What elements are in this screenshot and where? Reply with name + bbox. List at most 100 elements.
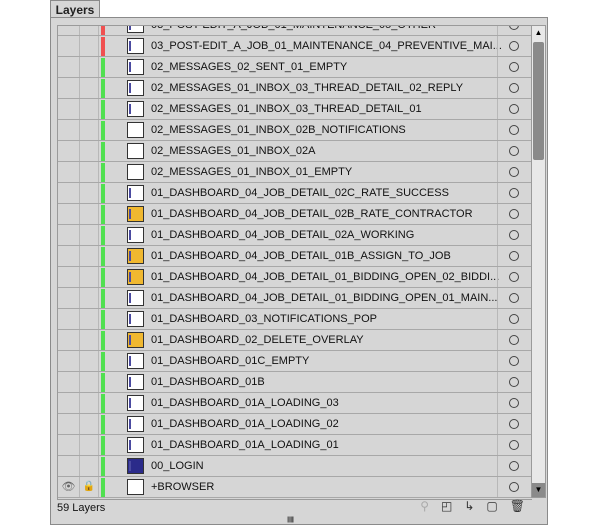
target-toggle[interactable] bbox=[497, 414, 532, 434]
lock-toggle[interactable] bbox=[80, 246, 99, 266]
layer-name[interactable]: 02_MESSAGES_02_SENT_01_EMPTY bbox=[151, 57, 347, 77]
scroll-down-icon[interactable]: ▼ bbox=[532, 483, 545, 497]
layer-row[interactable]: 01_DASHBOARD_04_JOB_DETAIL_01_BIDDING_OP… bbox=[58, 288, 532, 309]
layer-row[interactable]: 01_DASHBOARD_01A_LOADING_03 bbox=[58, 393, 532, 414]
layer-name[interactable]: 02_MESSAGES_01_INBOX_01_EMPTY bbox=[151, 162, 352, 182]
visibility-toggle[interactable] bbox=[58, 78, 80, 98]
target-toggle[interactable] bbox=[497, 225, 532, 245]
layer-row[interactable]: 01_DASHBOARD_04_JOB_DETAIL_01B_ASSIGN_TO… bbox=[58, 246, 532, 267]
lock-toggle[interactable] bbox=[80, 456, 99, 476]
lock-toggle[interactable] bbox=[80, 372, 99, 392]
target-toggle[interactable] bbox=[497, 246, 532, 266]
target-toggle[interactable] bbox=[497, 78, 532, 98]
layer-name[interactable]: 01_DASHBOARD_01B bbox=[151, 372, 265, 392]
layer-row[interactable]: 01_DASHBOARD_04_JOB_DETAIL_01_BIDDING_OP… bbox=[58, 267, 532, 288]
target-toggle[interactable] bbox=[497, 330, 532, 350]
target-toggle[interactable] bbox=[497, 288, 532, 308]
resize-grip[interactable]: ||||||||||| bbox=[287, 517, 294, 523]
layer-name[interactable]: 01_DASHBOARD_04_JOB_DETAIL_01B_ASSIGN_TO… bbox=[151, 246, 451, 266]
layer-row[interactable]: 01_DASHBOARD_02_DELETE_OVERLAY bbox=[58, 330, 532, 351]
visibility-toggle[interactable] bbox=[58, 267, 80, 287]
visibility-toggle[interactable] bbox=[58, 414, 80, 434]
trash-icon[interactable]: 🗑 bbox=[510, 499, 525, 513]
scrollbar[interactable]: ▲ ▼ bbox=[531, 25, 546, 498]
visibility-toggle[interactable] bbox=[58, 351, 80, 371]
visibility-toggle[interactable] bbox=[58, 330, 80, 350]
visibility-toggle[interactable] bbox=[58, 183, 80, 203]
lock-toggle[interactable] bbox=[80, 120, 99, 140]
layer-row[interactable]: 👁 🔒 +BROWSER bbox=[58, 477, 532, 498]
visibility-toggle[interactable] bbox=[58, 36, 80, 56]
target-toggle[interactable] bbox=[497, 183, 532, 203]
visibility-toggle[interactable] bbox=[58, 393, 80, 413]
target-toggle[interactable] bbox=[497, 36, 532, 56]
layer-row[interactable]: 00_LOGIN bbox=[58, 456, 532, 477]
target-toggle[interactable] bbox=[497, 267, 532, 287]
make-clipping-mask-icon[interactable]: ◰ bbox=[441, 499, 452, 513]
layer-name[interactable]: 02_MESSAGES_01_INBOX_02B_NOTIFICATIONS bbox=[151, 120, 406, 140]
lock-toggle[interactable] bbox=[80, 309, 99, 329]
lock-toggle[interactable] bbox=[80, 288, 99, 308]
visibility-toggle[interactable] bbox=[58, 26, 80, 35]
lock-toggle[interactable] bbox=[80, 225, 99, 245]
visibility-toggle[interactable] bbox=[58, 204, 80, 224]
target-toggle[interactable] bbox=[497, 204, 532, 224]
lock-toggle[interactable] bbox=[80, 36, 99, 56]
target-toggle[interactable] bbox=[497, 351, 532, 371]
visibility-toggle[interactable] bbox=[58, 162, 80, 182]
layer-row[interactable]: 02_MESSAGES_01_INBOX_03_THREAD_DETAIL_02… bbox=[58, 78, 532, 99]
visibility-toggle[interactable] bbox=[58, 288, 80, 308]
layer-name[interactable]: 00_LOGIN bbox=[151, 456, 204, 476]
lock-toggle[interactable] bbox=[80, 26, 99, 35]
scroll-thumb[interactable] bbox=[533, 42, 544, 160]
target-toggle[interactable] bbox=[497, 435, 532, 455]
layer-name[interactable]: 01_DASHBOARD_03_NOTIFICATIONS_POP bbox=[151, 309, 377, 329]
visibility-toggle[interactable] bbox=[58, 456, 80, 476]
layer-name[interactable]: 03_POST-EDIT_A_JOB_01_MAINTENANCE_05_OTH… bbox=[151, 26, 436, 35]
layer-row[interactable]: 01_DASHBOARD_04_JOB_DETAIL_02B_RATE_CONT… bbox=[58, 204, 532, 225]
lock-toggle[interactable] bbox=[80, 435, 99, 455]
lock-toggle[interactable] bbox=[80, 393, 99, 413]
visibility-toggle[interactable]: 👁 bbox=[58, 477, 80, 497]
layer-name[interactable]: 01_DASHBOARD_04_JOB_DETAIL_01_BIDDING_OP… bbox=[151, 288, 497, 308]
target-toggle[interactable] bbox=[497, 372, 532, 392]
layer-row[interactable]: 03_POST-EDIT_A_JOB_01_MAINTENANCE_05_OTH… bbox=[58, 26, 532, 36]
target-toggle[interactable] bbox=[497, 99, 532, 119]
layer-row[interactable]: 02_MESSAGES_01_INBOX_03_THREAD_DETAIL_01 bbox=[58, 99, 532, 120]
layer-row[interactable]: 01_DASHBOARD_01B bbox=[58, 372, 532, 393]
layer-row[interactable]: 01_DASHBOARD_03_NOTIFICATIONS_POP bbox=[58, 309, 532, 330]
layer-row[interactable]: 01_DASHBOARD_04_JOB_DETAIL_02C_RATE_SUCC… bbox=[58, 183, 532, 204]
visibility-toggle[interactable] bbox=[58, 309, 80, 329]
lock-toggle[interactable]: 🔒 bbox=[80, 477, 99, 497]
visibility-toggle[interactable] bbox=[58, 120, 80, 140]
layer-row[interactable]: 02_MESSAGES_02_SENT_01_EMPTY bbox=[58, 57, 532, 78]
layer-row[interactable]: 02_MESSAGES_01_INBOX_01_EMPTY bbox=[58, 162, 532, 183]
layer-row[interactable]: 03_POST-EDIT_A_JOB_01_MAINTENANCE_04_PRE… bbox=[58, 36, 532, 57]
visibility-toggle[interactable] bbox=[58, 372, 80, 392]
search-icon[interactable]: ⚲ bbox=[420, 499, 429, 513]
target-toggle[interactable] bbox=[497, 309, 532, 329]
target-toggle[interactable] bbox=[497, 141, 532, 161]
lock-toggle[interactable] bbox=[80, 267, 99, 287]
layer-row[interactable]: 01_DASHBOARD_01C_EMPTY bbox=[58, 351, 532, 372]
target-toggle[interactable] bbox=[497, 456, 532, 476]
target-toggle[interactable] bbox=[497, 477, 532, 497]
visibility-toggle[interactable] bbox=[58, 435, 80, 455]
visibility-toggle[interactable] bbox=[58, 57, 80, 77]
layer-name[interactable]: 02_MESSAGES_01_INBOX_02A bbox=[151, 141, 315, 161]
lock-toggle[interactable] bbox=[80, 99, 99, 119]
layer-name[interactable]: 01_DASHBOARD_04_JOB_DETAIL_02C_RATE_SUCC… bbox=[151, 183, 449, 203]
layer-row[interactable]: 01_DASHBOARD_04_JOB_DETAIL_02A_WORKING bbox=[58, 225, 532, 246]
lock-toggle[interactable] bbox=[80, 162, 99, 182]
layer-name[interactable]: +BROWSER bbox=[151, 477, 214, 497]
visibility-toggle[interactable] bbox=[58, 246, 80, 266]
lock-toggle[interactable] bbox=[80, 414, 99, 434]
target-toggle[interactable] bbox=[497, 393, 532, 413]
target-toggle[interactable] bbox=[497, 162, 532, 182]
create-sublayer-icon[interactable]: ↳ bbox=[464, 499, 474, 513]
lock-toggle[interactable] bbox=[80, 141, 99, 161]
scroll-up-icon[interactable]: ▲ bbox=[532, 26, 545, 40]
layer-name[interactable]: 01_DASHBOARD_02_DELETE_OVERLAY bbox=[151, 330, 364, 350]
layer-row[interactable]: 02_MESSAGES_01_INBOX_02B_NOTIFICATIONS bbox=[58, 120, 532, 141]
layer-name[interactable]: 01_DASHBOARD_04_JOB_DETAIL_02A_WORKING bbox=[151, 225, 414, 245]
